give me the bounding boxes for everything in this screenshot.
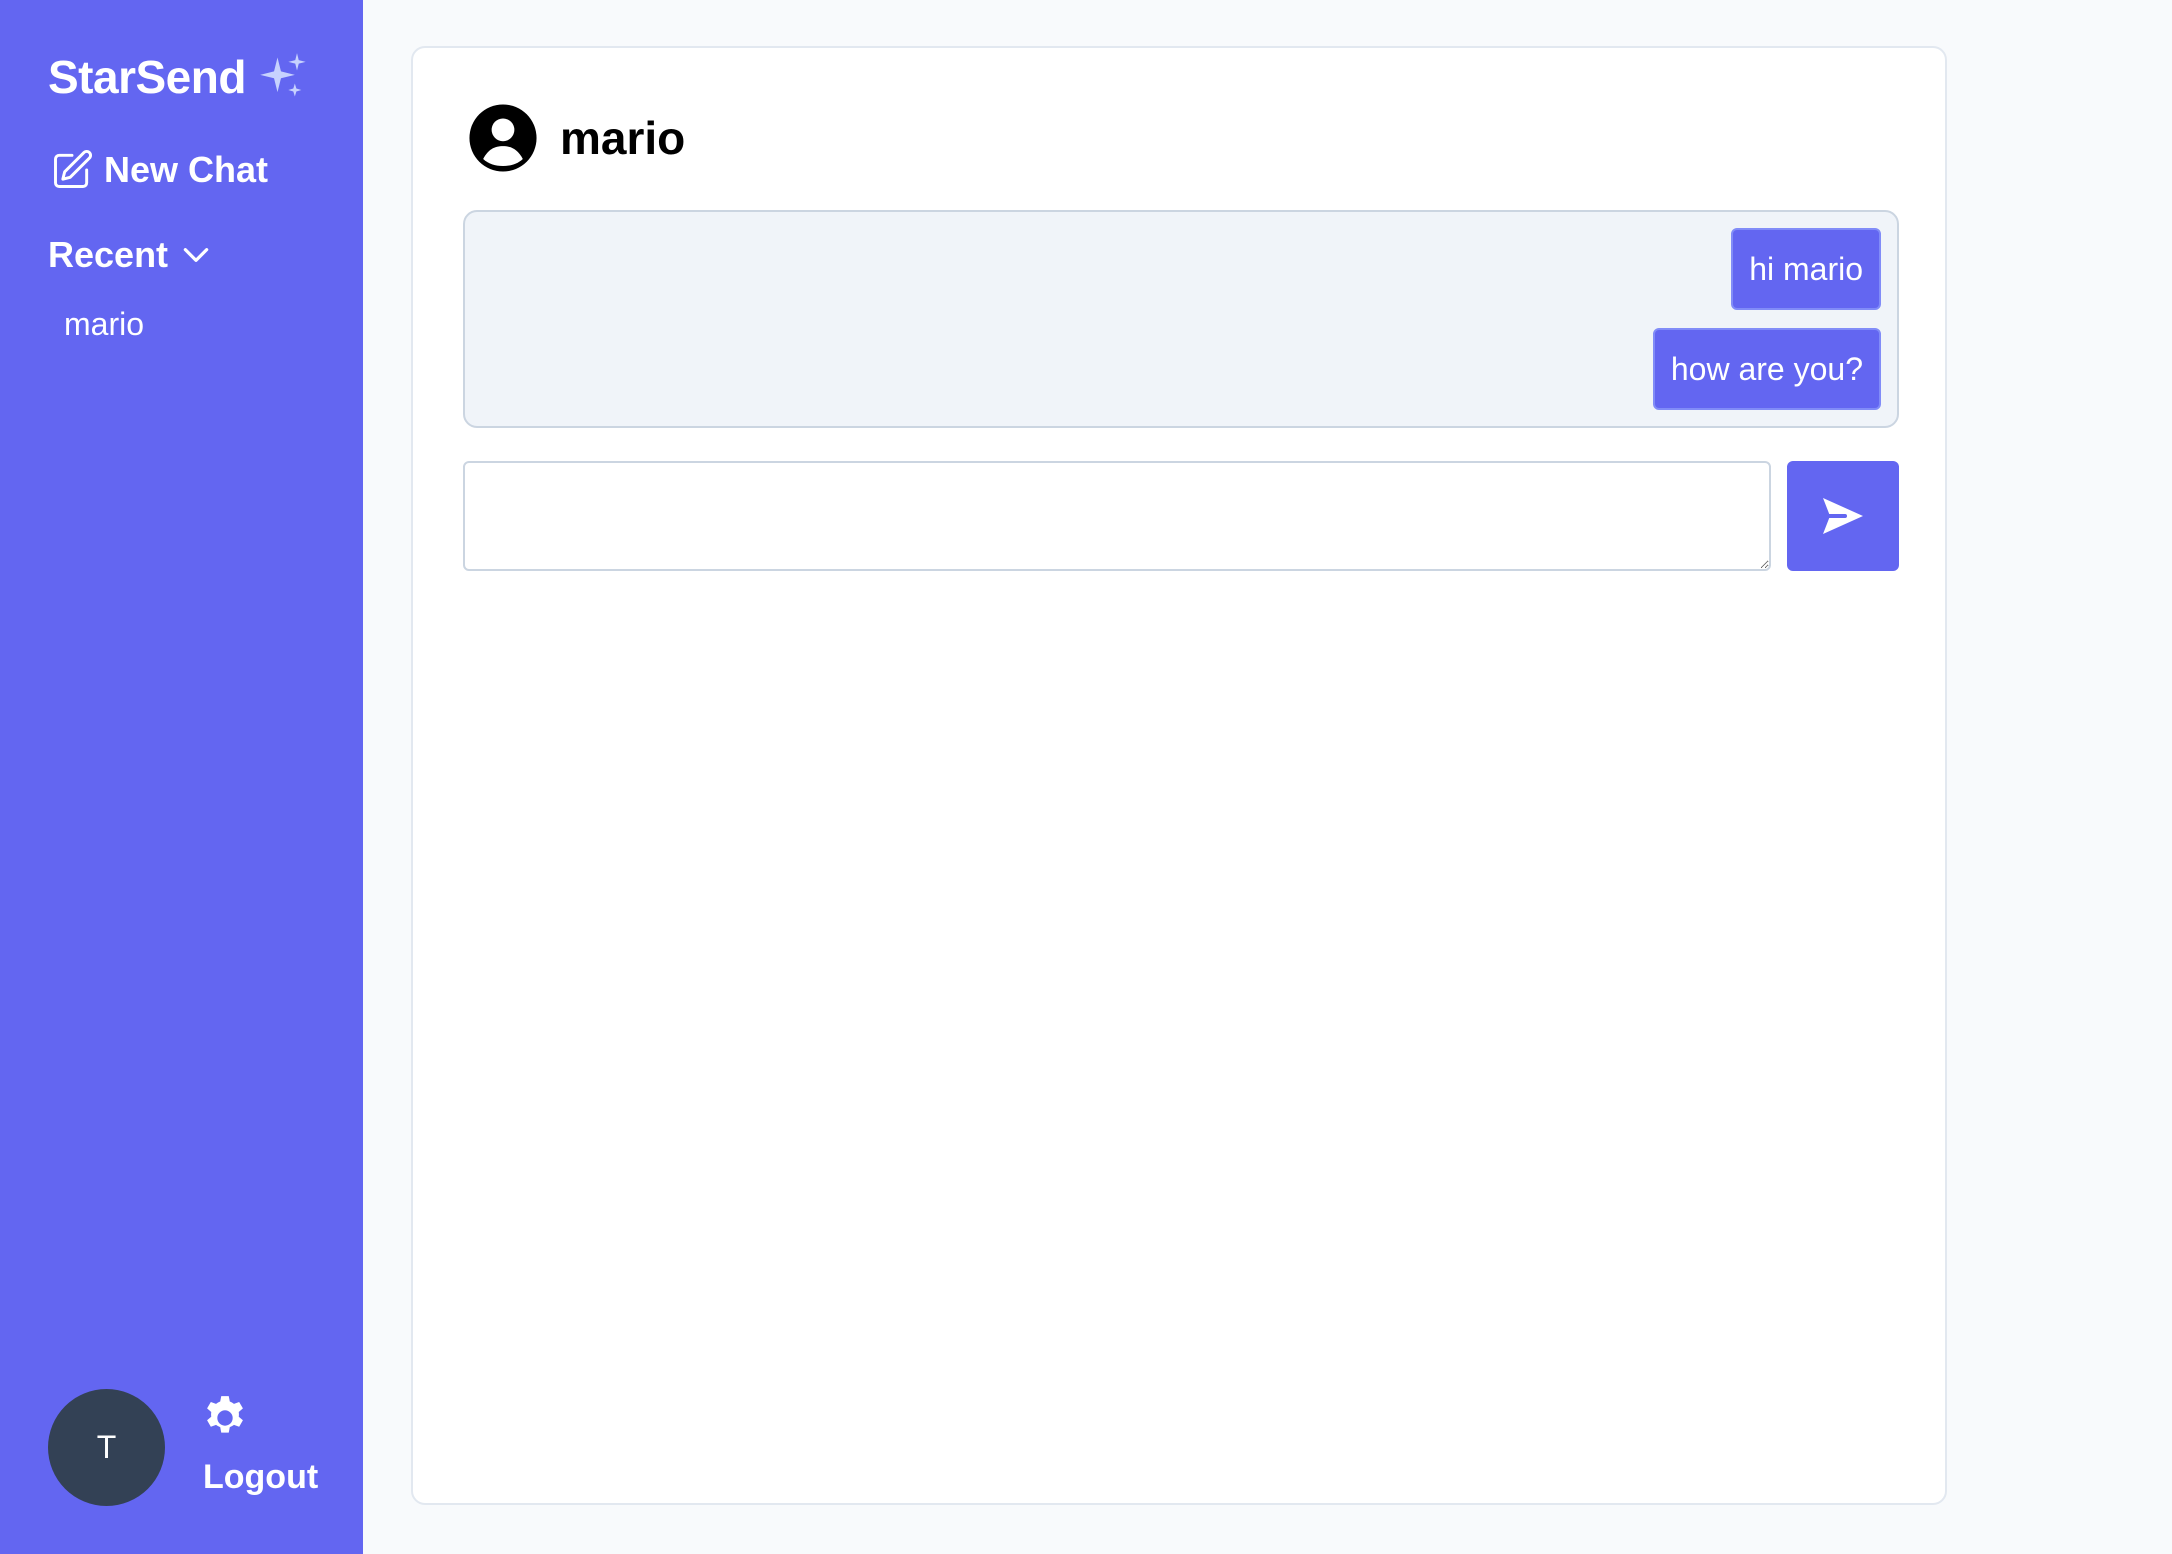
sparkles-icon — [260, 53, 306, 97]
contact-name: mario — [560, 112, 686, 164]
message-list: hi mario how are you? — [463, 210, 1899, 428]
message-bubble: how are you? — [1652, 328, 1881, 410]
app: StarSend New Chat Recent mario T Logout … — [0, 0, 2172, 1554]
user-circle-icon — [469, 104, 537, 172]
avatar[interactable]: T — [48, 1389, 165, 1506]
recent-list: mario — [64, 306, 144, 343]
new-chat-label: New Chat — [104, 149, 269, 190]
pencil-square-icon — [54, 150, 92, 188]
chat-header: mario — [468, 103, 685, 173]
paper-plane-icon — [1823, 498, 1863, 534]
sidebar: StarSend New Chat Recent mario T Logout — [0, 0, 363, 1554]
logout-button[interactable]: Logout — [203, 1458, 318, 1497]
gear-icon[interactable] — [200, 1393, 250, 1443]
chat-panel: mario hi mario how are you? — [411, 46, 1947, 1505]
brand: StarSend — [48, 50, 310, 104]
avatar-initial: T — [96, 1429, 117, 1465]
recent-item[interactable]: mario — [64, 306, 144, 343]
send-button[interactable] — [1787, 461, 1899, 571]
chevron-down-icon — [183, 248, 209, 262]
message-input[interactable] — [463, 461, 1771, 571]
recent-label: Recent — [48, 234, 169, 275]
brand-name: StarSend — [48, 51, 246, 103]
message-bubble: hi mario — [1731, 228, 1881, 310]
recent-toggle[interactable]: Recent — [48, 234, 212, 276]
new-chat-button[interactable]: New Chat — [50, 148, 268, 192]
